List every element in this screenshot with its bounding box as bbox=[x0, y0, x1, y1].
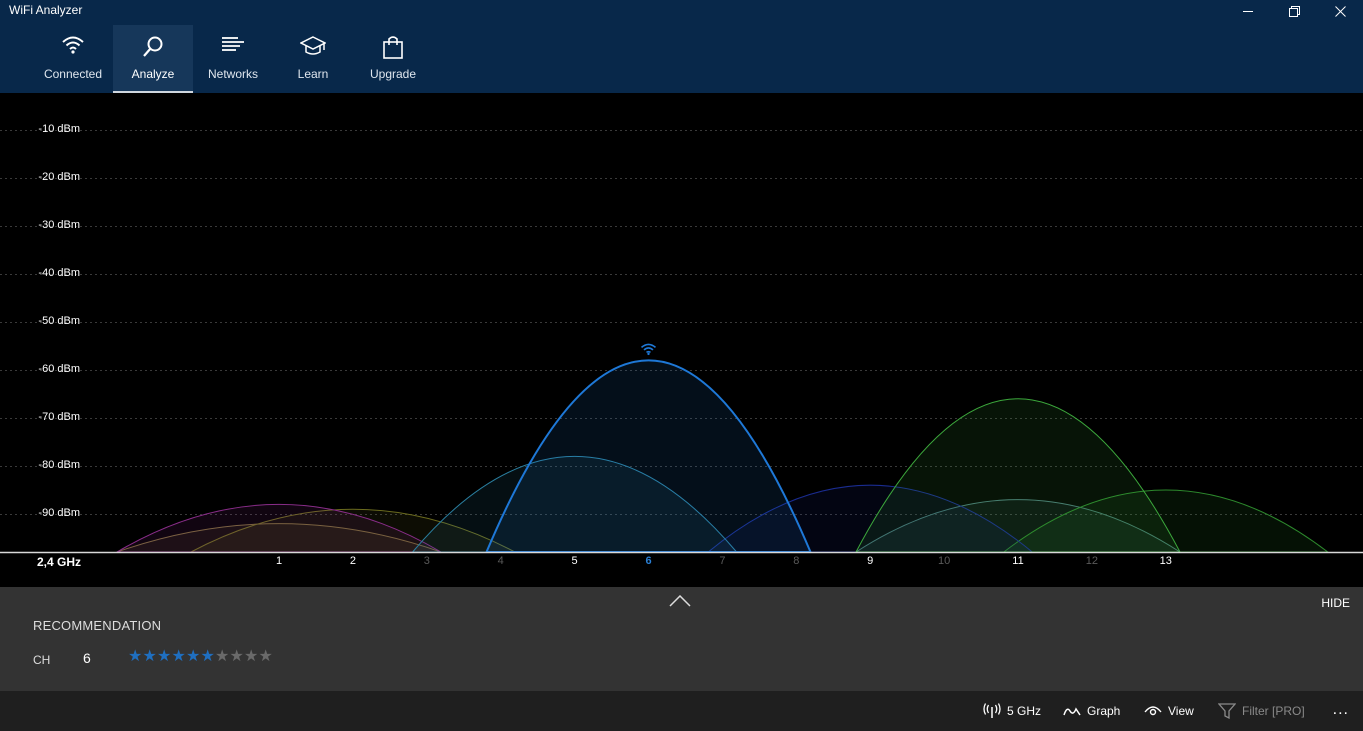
connected-network-curve[interactable] bbox=[484, 359, 813, 553]
view-label: View bbox=[1168, 704, 1194, 718]
channel-label: 12 bbox=[1085, 555, 1099, 567]
tab-upgrade-label: Upgrade bbox=[369, 67, 417, 81]
wifi-icon bbox=[62, 36, 84, 54]
list-icon bbox=[222, 37, 244, 51]
star-icon: ★ bbox=[186, 648, 201, 665]
tab-connected-label: Connected bbox=[43, 67, 103, 81]
y-axis-tick-label: -60 dBm bbox=[38, 363, 80, 375]
y-axis-tick-label: -90 dBm bbox=[38, 507, 80, 519]
channel-label: 11 bbox=[1012, 555, 1024, 567]
graph-label: Graph bbox=[1087, 704, 1121, 718]
network-curve[interactable] bbox=[855, 398, 1181, 553]
channel-label: 4 bbox=[497, 555, 504, 567]
command-bar: 5 GHz Graph View Filter [PRO] ... bbox=[0, 691, 1363, 731]
channel-label: 7 bbox=[719, 555, 726, 567]
view-button[interactable]: View bbox=[1144, 691, 1194, 731]
tab-learn-label: Learn bbox=[297, 67, 329, 81]
star-icon: ★ bbox=[157, 648, 172, 665]
recommended-channel-value: 6 bbox=[83, 650, 91, 666]
chevron-up-icon[interactable] bbox=[669, 595, 691, 607]
star-icon: ★ bbox=[258, 648, 273, 665]
eye-icon bbox=[1144, 706, 1162, 716]
channel-rating: ★ ★ ★ ★ ★ ★ ★ ★ ★ ★ bbox=[128, 648, 273, 666]
channel-label: 2 bbox=[349, 555, 356, 567]
tab-upgrade[interactable]: Upgrade bbox=[353, 25, 433, 93]
tab-connected[interactable]: Connected bbox=[33, 25, 113, 93]
title-bar: WiFi Analyzer bbox=[0, 0, 1363, 22]
close-button[interactable] bbox=[1317, 0, 1363, 22]
channel-label: 8 bbox=[793, 555, 800, 567]
graph-button[interactable]: Graph bbox=[1063, 691, 1120, 731]
channel-label: 3 bbox=[423, 555, 430, 567]
magnifier-icon bbox=[143, 36, 163, 57]
star-icon: ★ bbox=[200, 648, 215, 665]
star-icon: ★ bbox=[171, 648, 186, 665]
y-axis-tick-label: -40 dBm bbox=[38, 267, 80, 279]
tab-networks[interactable]: Networks bbox=[193, 25, 273, 93]
band-label: 2,4 GHz bbox=[37, 555, 82, 569]
star-icon: ★ bbox=[215, 648, 230, 665]
minimize-button[interactable] bbox=[1225, 0, 1271, 22]
filter-label: Filter [PRO] bbox=[1242, 704, 1305, 718]
y-axis-tick-label: -30 dBm bbox=[38, 219, 80, 231]
restore-button[interactable] bbox=[1271, 0, 1317, 22]
graduation-cap-icon bbox=[300, 36, 326, 55]
star-icon: ★ bbox=[229, 648, 244, 665]
hide-button[interactable]: HIDE bbox=[1321, 596, 1350, 610]
connected-wifi-icon bbox=[640, 343, 657, 356]
channel-label: 10 bbox=[937, 555, 951, 567]
band-5ghz-button[interactable]: 5 GHz bbox=[983, 691, 1041, 731]
graph-wave-icon bbox=[1063, 707, 1081, 716]
close-icon bbox=[1334, 5, 1346, 17]
recommended-channel-label: CH bbox=[33, 653, 51, 667]
band-5ghz-label: 5 GHz bbox=[1007, 704, 1042, 718]
filter-icon bbox=[1218, 703, 1236, 719]
nav-bar: Connected Analyze Networks Learn Upgrade bbox=[0, 22, 1363, 93]
filter-button[interactable]: Filter [PRO] bbox=[1218, 691, 1305, 731]
y-axis-tick-label: -20 dBm bbox=[38, 171, 80, 183]
tab-learn[interactable]: Learn bbox=[273, 25, 353, 93]
channel-label: 5 bbox=[571, 555, 578, 567]
tab-analyze-label: Analyze bbox=[131, 67, 175, 81]
minimize-icon bbox=[1243, 11, 1253, 12]
channel-graph-svg bbox=[0, 130, 1363, 554]
y-axis-tick-label: -70 dBm bbox=[38, 411, 80, 423]
more-options-button[interactable]: ... bbox=[1333, 701, 1349, 719]
channel-label: 13 bbox=[1159, 555, 1172, 567]
star-icon: ★ bbox=[128, 648, 143, 665]
y-axis-tick-label: -50 dBm bbox=[38, 315, 80, 327]
shopping-bag-icon bbox=[383, 36, 403, 59]
tab-analyze[interactable]: Analyze bbox=[113, 25, 193, 93]
channel-label: 6 bbox=[645, 555, 652, 567]
channel-label: 1 bbox=[275, 555, 283, 567]
app-title: WiFi Analyzer bbox=[9, 3, 83, 17]
recommendation-title: RECOMMENDATION bbox=[33, 618, 162, 633]
y-axis-tick-label: -80 dBm bbox=[38, 459, 80, 471]
restore-icon bbox=[1288, 5, 1300, 17]
tab-networks-label: Networks bbox=[207, 67, 258, 81]
recommendation-panel: HIDE RECOMMENDATION CH 6 ★ ★ ★ ★ ★ ★ ★ ★ ★ ★ bbox=[0, 587, 1363, 691]
channel-graph: -10 dBm -20 dBm -30 dBm -40 dBm -50 dBm -60 d… bbox=[0, 93, 1363, 587]
star-icon: ★ bbox=[244, 648, 259, 665]
channel-label: 9 bbox=[867, 555, 874, 567]
star-icon: ★ bbox=[142, 648, 157, 665]
antenna-icon bbox=[983, 703, 1001, 718]
y-axis-tick-label: -10 dBm bbox=[38, 123, 80, 135]
